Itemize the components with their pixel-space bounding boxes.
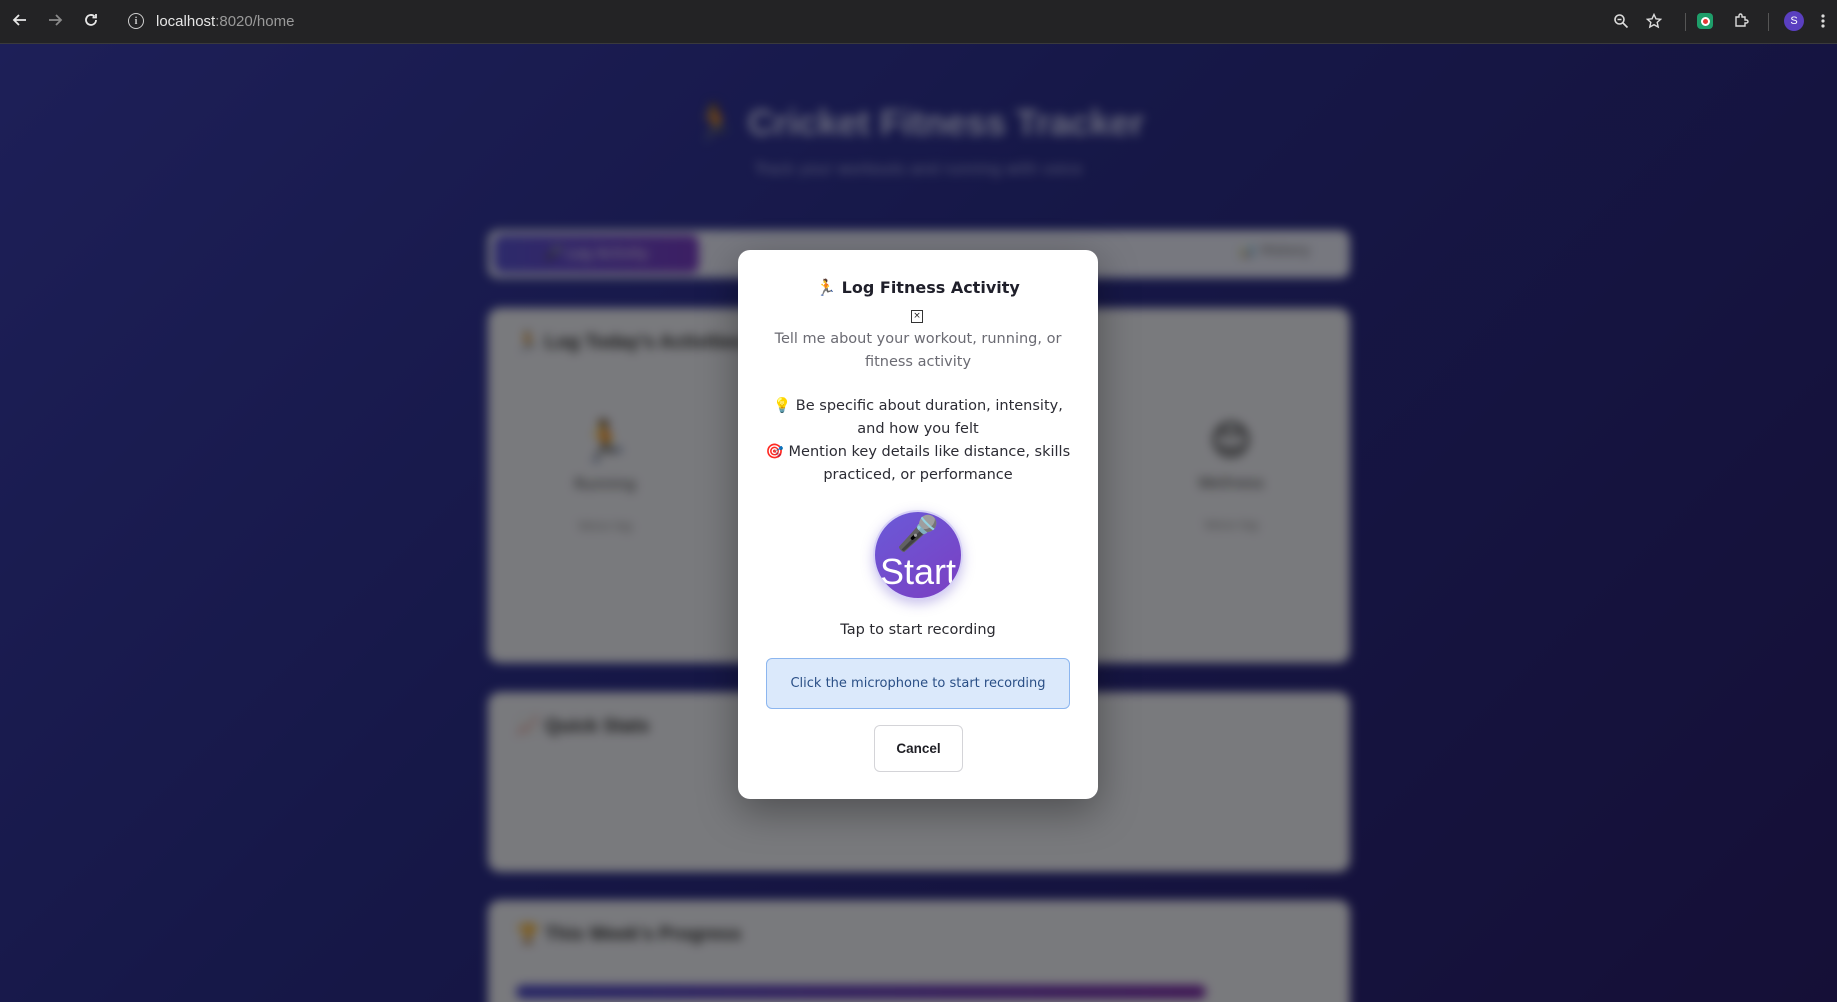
extension-record-icon[interactable] <box>1694 10 1716 32</box>
browser-toolbar: i localhost:8020/home S <box>0 0 1837 44</box>
cancel-button[interactable]: Cancel <box>874 725 963 772</box>
bookmark-star-icon[interactable] <box>1643 10 1665 32</box>
status-message: Click the microphone to start recording <box>766 658 1070 709</box>
extensions-puzzle-icon[interactable] <box>1730 10 1752 32</box>
zoom-icon[interactable] <box>1610 10 1632 32</box>
record-button[interactable]: 🎤 Start <box>873 510 963 600</box>
log-activity-modal: 🏃 Log Fitness Activity × Tell me about y… <box>738 250 1098 799</box>
site-info-icon[interactable]: i <box>128 13 144 29</box>
tips-list: 💡 Be specific about duration, intensity,… <box>762 395 1074 487</box>
back-icon[interactable] <box>8 8 32 32</box>
url-text[interactable]: localhost:8020/home <box>156 13 294 30</box>
reload-icon[interactable] <box>79 8 103 32</box>
modal-description: Tell me about your workout, running, or … <box>774 331 1062 370</box>
microphone-icon: 🎤 <box>896 514 940 554</box>
address-bar[interactable]: i localhost:8020/home <box>118 6 1618 36</box>
browser-menu-icon[interactable] <box>1816 10 1830 32</box>
record-button-label: Start <box>879 551 957 592</box>
tap-hint: Tap to start recording <box>840 622 996 638</box>
profile-avatar[interactable]: S <box>1783 10 1805 32</box>
forward-icon[interactable] <box>43 8 67 32</box>
tip-item: 🎯 Mention key details like distance, ski… <box>765 444 1071 483</box>
close-icon[interactable]: × <box>911 310 923 323</box>
tip-item: 💡 Be specific about duration, intensity,… <box>773 398 1063 437</box>
modal-title: 🏃 Log Fitness Activity <box>816 278 1020 297</box>
